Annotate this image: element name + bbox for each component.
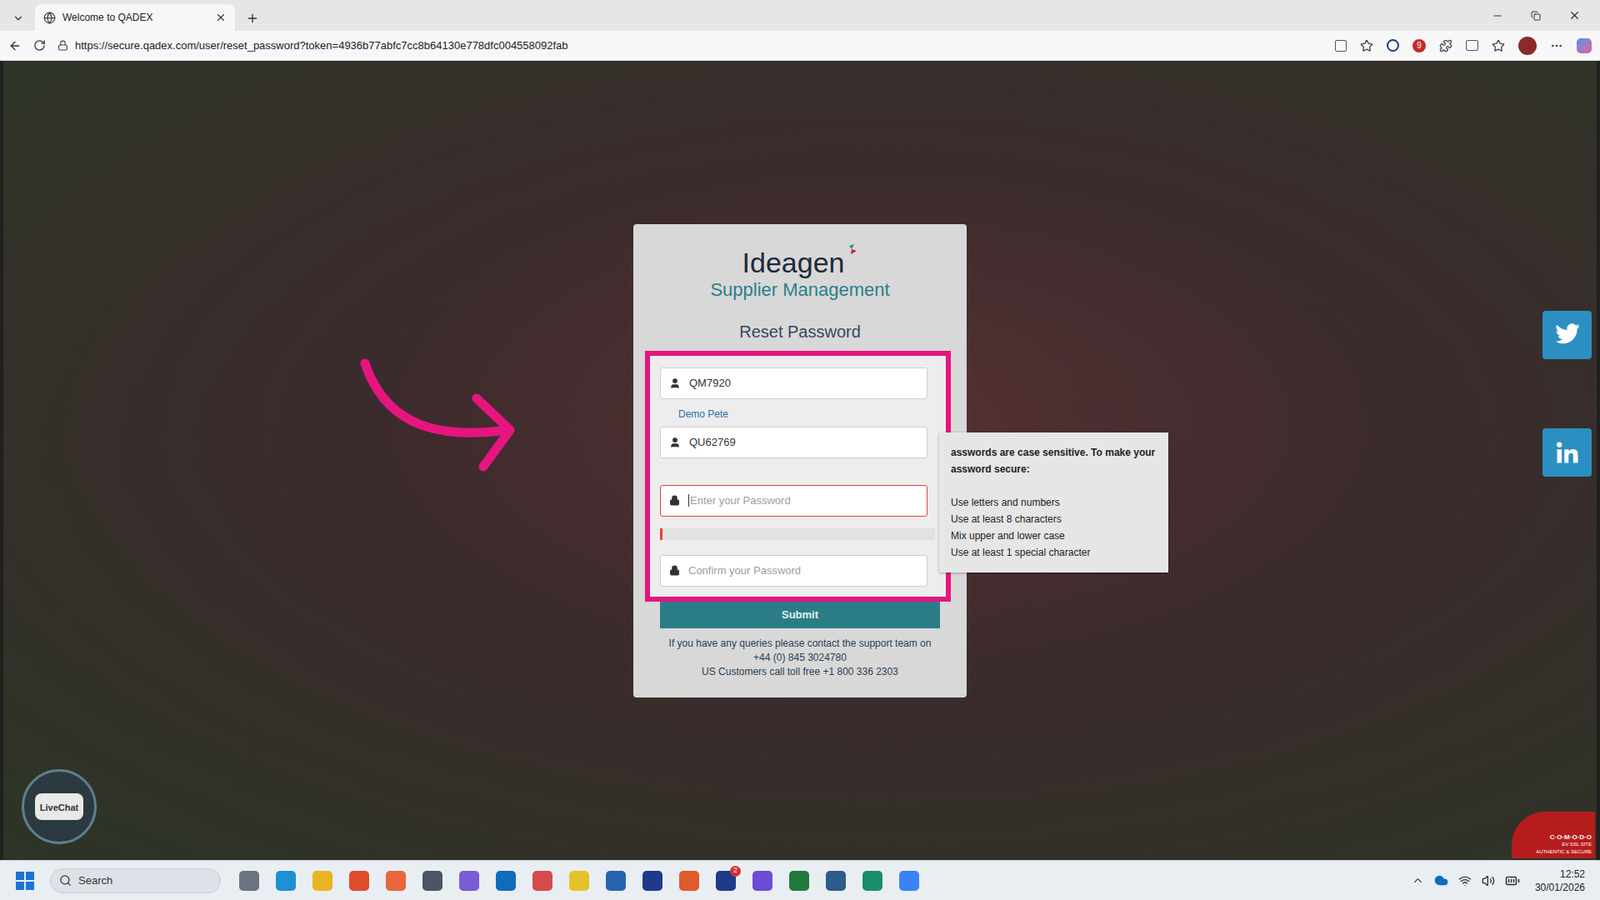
- password-field[interactable]: Enter your Password: [660, 485, 928, 517]
- username-field[interactable]: QU62769: [660, 426, 928, 459]
- minimize-icon: [1491, 10, 1504, 22]
- favorites-icon[interactable]: [1491, 39, 1505, 53]
- tooltip-rule: Use at least 1 special character: [950, 544, 1162, 561]
- taskbar-app-icon[interactable]: [862, 870, 883, 891]
- restore-icon: [1530, 10, 1541, 21]
- twitter-icon: [1554, 323, 1581, 347]
- screen: Welcome to QADEX https://secure.qadex.com…: [0, 0, 1600, 900]
- volume-icon[interactable]: [1481, 874, 1495, 888]
- plus-icon: [245, 11, 260, 25]
- taskbar-app-icon[interactable]: [789, 870, 810, 891]
- minimize-button[interactable]: [1478, 10, 1517, 22]
- linkedin-icon: [1555, 440, 1580, 465]
- extensions-icon[interactable]: [1439, 39, 1453, 53]
- back-icon[interactable]: [8, 39, 22, 53]
- browser-tab[interactable]: Welcome to QADEX: [35, 4, 235, 31]
- tray-chevron-icon[interactable]: [1411, 874, 1425, 887]
- taskbar-app-icon[interactable]: [275, 870, 296, 891]
- split-screen-icon[interactable]: [1465, 40, 1479, 51]
- taskbar: Search 2 12:5230/01/2026: [0, 860, 1600, 900]
- tab-bar: Welcome to QADEX: [0, 0, 1600, 31]
- taskbar-app-icon[interactable]: [679, 870, 700, 891]
- linkedin-button[interactable]: [1542, 428, 1592, 477]
- twitter-button[interactable]: [1542, 310, 1592, 360]
- tooltip-rule: Mix upper and lower case: [950, 527, 1162, 545]
- read-aloud-icon[interactable]: [1335, 40, 1347, 52]
- tooltip-rule: Use at least 8 characters: [950, 510, 1162, 528]
- clock[interactable]: 12:5230/01/2026: [1535, 867, 1585, 895]
- refresh-icon[interactable]: [33, 39, 46, 52]
- taskbar-app-icon[interactable]: 2: [715, 870, 736, 891]
- confirm-password-field[interactable]: Confirm your Password: [660, 555, 928, 587]
- notification-badge: 2: [730, 865, 741, 877]
- password-manager-icon[interactable]: [1386, 39, 1400, 52]
- annotation-box: QM7920 Demo Pete QU62769 Enter your Passwor…: [645, 350, 951, 602]
- lock-icon: [57, 40, 69, 51]
- submit-button[interactable]: Submit: [660, 601, 940, 629]
- support-text: If you have any queries please contact t…: [633, 636, 967, 680]
- taskbar-app-icon[interactable]: [899, 870, 920, 891]
- user-icon: [669, 377, 681, 390]
- profile-icon[interactable]: [1518, 36, 1537, 55]
- page: IdeagenSupplier Management Reset Password…: [3, 60, 1597, 860]
- onedrive-icon[interactable]: [1434, 873, 1449, 888]
- livechat-button[interactable]: LiveChat: [21, 769, 97, 845]
- taskbar-app-icon[interactable]: [349, 870, 370, 891]
- windows-icon[interactable]: [15, 870, 35, 891]
- taskbar-app-icon[interactable]: [239, 870, 260, 891]
- address-bar[interactable]: https://secure.qadex.com/user/reset_pass…: [57, 37, 1324, 55]
- tab-menu-button[interactable]: [6, 5, 30, 31]
- close-icon: [1568, 9, 1581, 22]
- strength-meter: [660, 528, 935, 540]
- new-tab-button[interactable]: [240, 5, 265, 31]
- close-button[interactable]: [1555, 9, 1594, 22]
- star-icon[interactable]: [1360, 39, 1374, 53]
- taskbar-app-icon[interactable]: [569, 870, 590, 891]
- taskbar-app-icon[interactable]: [605, 870, 626, 891]
- password-tooltip: asswords are case sensitive. To make you…: [939, 432, 1169, 573]
- close-tab-icon[interactable]: [215, 11, 227, 24]
- extension-badge[interactable]: 9: [1412, 39, 1426, 53]
- taskbar-app-icon[interactable]: [532, 870, 553, 891]
- taskbar-app-icon[interactable]: [385, 870, 406, 891]
- copilot-icon[interactable]: [1576, 38, 1592, 54]
- account-name-link[interactable]: Demo Pete: [678, 406, 936, 422]
- account-field[interactable]: QM7920: [660, 367, 928, 400]
- chevron-down-icon: [12, 12, 25, 25]
- logo: IdeagenSupplier Management: [633, 245, 967, 301]
- search-icon: [59, 874, 72, 887]
- heading: Reset Password: [633, 319, 967, 345]
- globe-icon: [43, 11, 56, 25]
- wifi-icon[interactable]: [1458, 874, 1472, 888]
- taskbar-app-icon[interactable]: [825, 870, 846, 891]
- restore-button[interactable]: [1516, 10, 1555, 21]
- tooltip-rule: Use letters and numbers: [950, 494, 1162, 511]
- taskbar-app-icon[interactable]: [752, 870, 773, 891]
- taskbar-app-icon[interactable]: [642, 870, 663, 891]
- taskbar-app-icon[interactable]: [495, 870, 516, 891]
- battery-icon[interactable]: [1505, 873, 1520, 889]
- user-icon: [669, 436, 681, 449]
- annotation-arrow-icon: [360, 356, 527, 482]
- taskbar-search[interactable]: Search: [50, 868, 221, 894]
- ssl-badge[interactable]: C·O·M·O·D·OEV SSL SITEAUTHENTIC & SECURE: [1511, 811, 1595, 859]
- taskbar-app-icon[interactable]: [312, 870, 333, 891]
- taskbar-app-icon[interactable]: [459, 870, 480, 891]
- lock-icon: [669, 565, 680, 576]
- strength-fill: [660, 528, 663, 540]
- more-icon[interactable]: [1550, 39, 1564, 53]
- ideagen-mark-icon: [844, 244, 858, 261]
- toolbar: https://secure.qadex.com/user/reset_pass…: [0, 30, 1600, 61]
- lock-icon: [669, 495, 680, 506]
- reset-card: IdeagenSupplier Management Reset Password…: [633, 224, 967, 698]
- taskbar-app-icon[interactable]: [422, 870, 443, 891]
